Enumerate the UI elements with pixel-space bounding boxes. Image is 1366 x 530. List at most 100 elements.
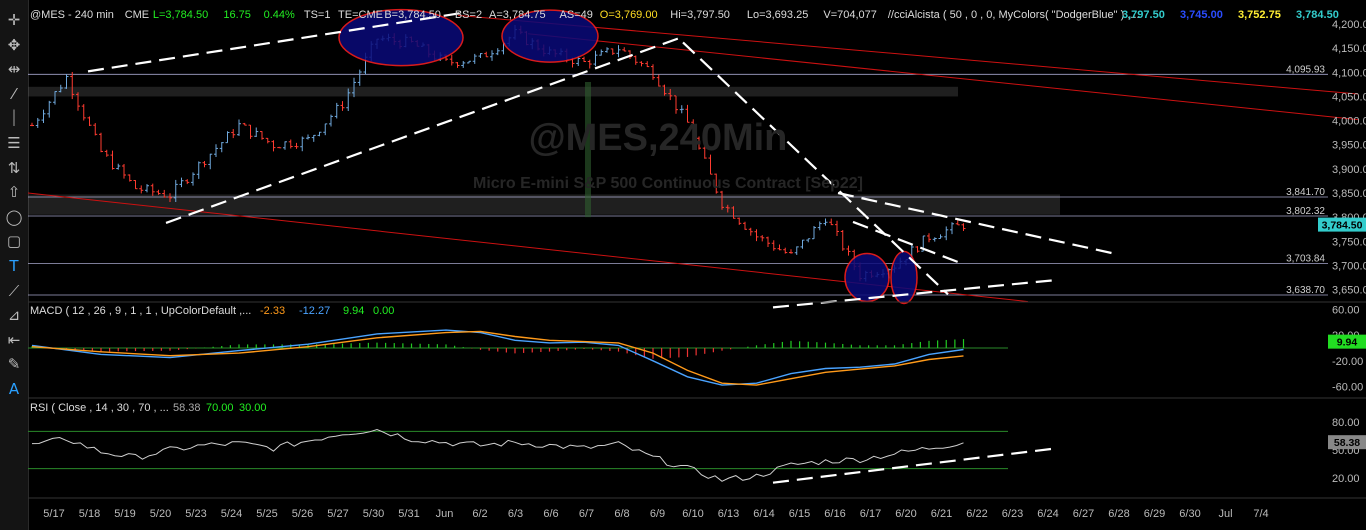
price-level-label: 3,703.84 — [1286, 254, 1325, 265]
header-field: @MES - 240 min — [30, 9, 114, 21]
ohlc-bar — [777, 244, 782, 251]
ohlc-bar — [771, 240, 776, 251]
ohlc-bar — [357, 69, 362, 86]
ohlc-bar — [179, 177, 184, 188]
price-level-label: 3,841.70 — [1286, 187, 1325, 198]
price-axis-label: 4,150.00 — [1332, 43, 1366, 55]
price-chart[interactable]: 3,841.70 3,802.32 3,703.84 3,638.70 4,095.93… — [28, 0, 1366, 530]
vertical-line-icon[interactable]: ⏐ — [4, 108, 24, 128]
ohlc-bar — [927, 233, 931, 243]
ohlc-bar — [41, 109, 46, 123]
ohlc-bar — [783, 247, 788, 254]
price-axis-label: 3,650.00 — [1332, 285, 1366, 297]
price-level-label: 3,638.70 — [1286, 285, 1325, 296]
date-axis-label: 5/23 — [185, 508, 206, 520]
ohlc-bar — [495, 48, 500, 56]
zoom-icon[interactable]: ⇤ — [4, 330, 24, 350]
date-axis-label: 7/4 — [1253, 508, 1268, 520]
header-field: TE=CME — [338, 9, 383, 21]
ohlc-bar — [231, 129, 236, 139]
ohlc-bar — [461, 60, 466, 68]
pen-icon[interactable]: ✎ — [4, 354, 24, 374]
ohlc-bar — [743, 221, 747, 230]
horizontal-arrows-icon[interactable]: ⇹ — [4, 59, 24, 79]
ohlc-bar — [81, 104, 86, 121]
macd-value: -2.33 — [260, 305, 285, 317]
macd-line — [31, 329, 964, 386]
date-axis-label: 6/7 — [579, 508, 594, 520]
macd-value: -12.27 — [299, 305, 330, 317]
ohlc-bar — [806, 238, 811, 243]
header-value: 3,752.75 — [1238, 9, 1281, 21]
ohlc-bar — [651, 64, 655, 80]
ohlc-bar — [133, 180, 138, 190]
horizontal-lines-icon[interactable]: ☰ — [4, 133, 24, 153]
date-axis-label: 6/2 — [472, 508, 487, 520]
ellipse-icon[interactable]: ◯ — [4, 207, 24, 227]
ohlc-bar — [214, 144, 218, 158]
ohlc-bar — [449, 54, 454, 66]
price-level-label: 4,095.93 — [1286, 64, 1325, 75]
date-axis-label: 6/14 — [753, 508, 774, 520]
date-axis-label: 6/21 — [931, 508, 952, 520]
date-axis-label: 6/13 — [718, 508, 739, 520]
date-axis-label: 6/30 — [1179, 508, 1200, 520]
date-axis-label: 6/8 — [614, 508, 629, 520]
ohlc-bar — [122, 164, 126, 179]
ohlc-bar — [823, 218, 828, 226]
header-field: Lo=3,693.25 — [747, 9, 808, 21]
fibonacci-icon[interactable]: ⊿ — [4, 305, 24, 325]
ohlc-bar — [288, 139, 293, 149]
ohlc-bar — [679, 105, 684, 114]
up-arrow-icon[interactable]: ⇧ — [4, 182, 24, 202]
date-axis-label: 6/3 — [508, 508, 523, 520]
ohlc-bar — [64, 74, 69, 89]
macd-tag-label: 9.94 — [1337, 337, 1358, 349]
ohlc-bar — [248, 124, 253, 139]
rectangle-icon[interactable]: ▢ — [4, 231, 24, 251]
resistance-zone — [28, 194, 1060, 215]
ohlc-bar — [817, 221, 822, 231]
ohlc-bar — [478, 53, 483, 59]
crosshair-icon[interactable]: ✛ — [4, 10, 24, 30]
header-field: V=704,077 — [823, 9, 877, 21]
ohlc-bar — [467, 60, 471, 64]
ohlc-bar — [225, 131, 230, 144]
ohlc-bar — [656, 74, 661, 87]
move-icon[interactable]: ✥ — [4, 35, 24, 55]
ohlc-bar — [242, 122, 247, 126]
header-field: 16.75 — [223, 9, 251, 21]
ohlc-bar — [616, 45, 621, 58]
ohlc-bar — [334, 102, 339, 119]
ray-icon[interactable]: ⟋ — [4, 281, 24, 301]
label-icon[interactable]: A — [4, 379, 24, 399]
sort-icon[interactable]: ⇅ — [4, 158, 24, 178]
price-axis-label: 4,200.00 — [1332, 19, 1366, 31]
date-axis-label: 6/23 — [1002, 508, 1023, 520]
macd-value: 9.94 — [343, 305, 364, 317]
ohlc-bar — [944, 226, 949, 241]
ohlc-bar — [599, 49, 604, 56]
ohlc-bar — [93, 123, 98, 136]
ohlc-bar — [300, 136, 305, 152]
ohlc-bar — [156, 189, 161, 195]
macd-axis-label: -60.00 — [1332, 381, 1363, 393]
ohlc-bar — [323, 123, 328, 136]
draw-line-icon[interactable]: ⁄ — [4, 84, 24, 104]
ohlc-bar — [484, 51, 489, 58]
price-axis-label: 3,900.00 — [1332, 164, 1366, 176]
ohlc-bar — [582, 56, 586, 63]
macd-axis-label: -20.00 — [1332, 356, 1363, 368]
ohlc-bar — [99, 132, 103, 153]
date-axis-label: 5/31 — [398, 508, 419, 520]
text-icon[interactable]: T — [4, 256, 24, 276]
ohlc-bar — [605, 47, 609, 53]
rsi-axis-label: 20.00 — [1332, 473, 1360, 485]
date-axis-label: 6/24 — [1037, 508, 1058, 520]
header-field: 0.44% — [264, 9, 295, 21]
header-field: CME — [125, 9, 149, 21]
last-price-tag-label: 3,784.50 — [1322, 220, 1363, 232]
ohlc-bar — [748, 227, 753, 236]
ohlc-bar — [219, 142, 224, 153]
ohlc-bar — [622, 47, 627, 52]
